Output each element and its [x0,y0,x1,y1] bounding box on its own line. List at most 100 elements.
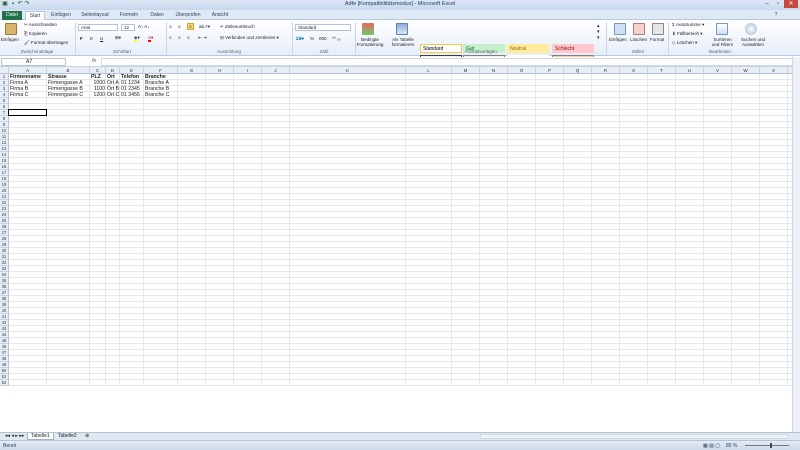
column-header-f[interactable]: F [144,67,178,74]
column-header-p[interactable]: P [536,67,564,74]
cell-f4[interactable]: Branche C [144,92,178,98]
copy-button[interactable]: ⎘ Kopieren [24,31,47,36]
cell-c4[interactable]: 1200 [90,92,106,98]
sort-filter-button[interactable]: Sortieren und Filtern [709,37,736,47]
align-top-icon[interactable]: ≡ [169,24,172,29]
fx-icon[interactable]: fx [92,58,96,64]
tab-daten[interactable]: Daten [146,11,168,20]
cell-b4[interactable]: Firmengasse C [47,92,90,98]
column-header-w[interactable]: W [732,67,760,74]
zoom-level[interactable]: 85 % [726,443,737,449]
view-buttons-icon[interactable]: ▦ ▤ ▢ [703,443,720,449]
column-header-s[interactable]: S [620,67,648,74]
column-header-b[interactable]: B [47,67,90,74]
cut-button[interactable]: ✂ Ausschneiden [24,22,57,28]
font-color-icon[interactable]: A▾ [148,35,153,42]
close-icon[interactable]: ✕ [784,0,798,8]
column-header-v[interactable]: V [704,67,732,74]
column-header-i[interactable]: I [234,67,262,74]
column-header-o[interactable]: O [508,67,536,74]
horizontal-scrollbar[interactable] [480,434,788,439]
tab-ansicht[interactable]: Ansicht [208,11,232,20]
bold-button[interactable]: F [80,36,83,41]
column-header-d[interactable]: D [106,67,120,74]
italic-button[interactable]: K [90,36,93,41]
format-cells-button[interactable]: Format [650,37,664,42]
tab-formeln[interactable]: Formeln [116,11,142,20]
zoom-slider[interactable] [745,445,789,446]
find-select-button[interactable]: Suchen und Auswählen [738,37,768,47]
fill-color-icon[interactable]: ◈▾ [134,35,140,42]
column-header-u[interactable]: U [676,67,704,74]
thousands-button[interactable]: 000 [319,36,327,41]
align-right-icon[interactable]: ≡ [187,35,190,40]
column-header-n[interactable]: N [480,67,508,74]
column-header-m[interactable]: M [452,67,480,74]
selected-cell[interactable] [8,109,47,116]
column-header-t[interactable]: T [648,67,676,74]
sheet-nav-icon[interactable]: ◂◂ ◂ ▸ ▸▸ [2,433,27,440]
maximize-icon[interactable]: ▫ [773,0,783,8]
fill-button[interactable]: ⬇ Füllbereich ▾ [672,31,703,37]
help-icon[interactable]: ? [772,11,780,20]
sheet-tab-tabelle1[interactable]: Tabelle1 [27,433,54,440]
gallery-scroll-icon[interactable]: ▴ ▾ ▾ [597,23,600,41]
column-header-e[interactable]: E [120,67,144,74]
column-header-q[interactable]: Q [564,67,592,74]
align-middle-icon[interactable]: ≡ [178,24,181,29]
wrap-text-button[interactable]: ↵ Zeilenumbruch [220,24,255,30]
conditional-format-button[interactable]: Bedingte Formatierung [356,37,384,47]
orientation-icon[interactable]: ab↗▾ [199,24,210,30]
tab-einfuegen[interactable]: Einfügen [48,11,74,20]
font-size-select[interactable]: 12 [121,24,135,31]
column-header-h[interactable]: H [206,67,234,74]
align-left-icon[interactable]: ≡ [169,35,172,40]
column-header-r[interactable]: R [592,67,620,74]
currency-icon[interactable]: 💶▾ [296,36,304,42]
underline-button[interactable]: U [100,36,103,41]
select-all-corner[interactable] [0,67,9,74]
row-header[interactable]: 52 [0,380,9,386]
clear-button[interactable]: ◇ Löschen ▾ [672,40,697,46]
indent-icon[interactable]: ⇤ ⇥ [198,35,207,41]
name-box[interactable]: A7 [1,58,66,66]
align-bottom-icon[interactable]: ≡ [187,23,194,30]
column-header-l[interactable]: L [406,67,452,74]
status-ready: Bereit [3,443,17,449]
cell-e4[interactable]: 01 3456 [120,92,144,98]
cell-a4[interactable]: Firma C [9,92,47,98]
cell-d4[interactable]: Ort C [106,92,120,98]
decimal-icon[interactable]: ⁰⁰ ₀₀ [332,36,341,42]
column-header-j[interactable]: J [262,67,290,74]
column-header-g[interactable]: G [178,67,206,74]
font-name-select[interactable]: Arial [78,24,118,31]
tab-start[interactable]: Start [25,11,45,20]
format-as-table-button[interactable]: Als Tabelle formatieren [388,37,418,47]
new-sheet-icon[interactable]: ⊕ [82,433,92,440]
grow-font-icon[interactable]: A↑ A↓ [138,24,150,29]
format-painter-button[interactable]: 🖌 Format übertragen [24,40,68,46]
paste-icon[interactable] [5,23,17,35]
paste-button[interactable]: Einfügen [1,37,19,42]
tab-datei[interactable]: Datei [2,11,22,20]
align-center-icon[interactable]: ≡ [178,35,181,40]
column-header-x[interactable]: X [760,67,788,74]
vertical-scrollbar[interactable] [792,57,800,432]
number-format-select[interactable]: Standard [295,24,351,31]
column-header-k[interactable]: K [290,67,406,74]
spreadsheet-grid[interactable]: ABCDEFGHIJKLMNOPQRSTUVWX 1 2 3 4 5 6 7 8 9 10 11 12… [0,67,800,432]
sheet-tab-tabelle2[interactable]: Tabelle2 [55,433,80,440]
insert-cells-button[interactable]: Einfügen [609,37,627,42]
zoom-slider-thumb[interactable] [770,443,772,448]
border-icon[interactable]: ⊞▾ [115,35,121,41]
column-header-a[interactable]: A [9,67,47,74]
merge-center-button[interactable]: ⊟ Verbinden und zentrieren ▾ [220,35,279,41]
autosum-button[interactable]: Σ AutoSumme ▾ [672,22,704,28]
formula-input[interactable] [101,58,794,66]
column-header-c[interactable]: C [90,67,106,74]
percent-button[interactable]: % [310,36,314,41]
delete-cells-button[interactable]: Löschen [630,37,647,42]
tab-ueberpruefen[interactable]: Überprüfen [172,11,204,20]
tab-seitenlayout[interactable]: Seitenlayout [78,11,112,20]
minimize-icon[interactable]: – [762,0,772,8]
